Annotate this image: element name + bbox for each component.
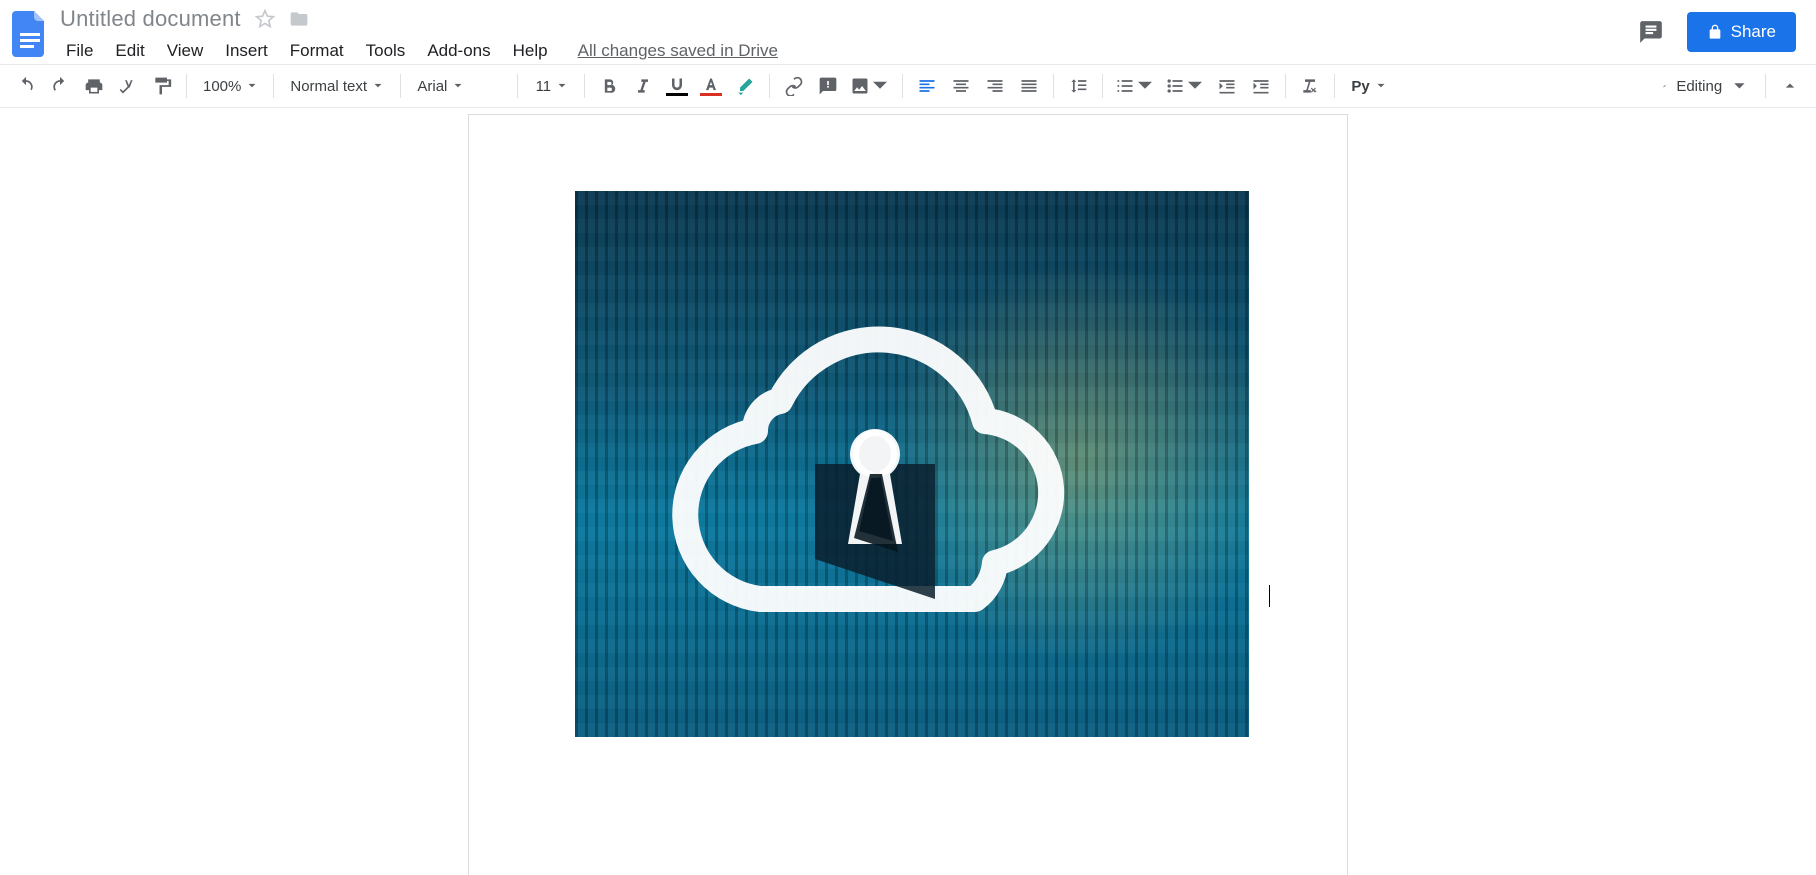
zoom-select[interactable]: 100%	[195, 70, 265, 102]
insert-link-button[interactable]	[778, 70, 810, 102]
menu-bar: File Edit View Insert Format Tools Add-o…	[56, 36, 1631, 66]
redo-button[interactable]	[44, 70, 76, 102]
header: Untitled document File Edit View Insert …	[0, 0, 1816, 64]
title-block: Untitled document File Edit View Insert …	[52, 6, 1631, 66]
align-right-button[interactable]	[979, 70, 1011, 102]
toolbar-separator	[186, 74, 187, 98]
print-button[interactable]	[78, 70, 110, 102]
toolbar-separator	[1334, 74, 1335, 98]
paragraph-style-select[interactable]: Normal text	[282, 70, 392, 102]
undo-button[interactable]	[10, 70, 42, 102]
align-justify-button[interactable]	[1013, 70, 1045, 102]
editing-mode-label: Editing	[1676, 78, 1722, 95]
paint-format-button[interactable]	[146, 70, 178, 102]
menu-addons[interactable]: Add-ons	[417, 37, 500, 65]
menu-file[interactable]: File	[56, 37, 103, 65]
share-button[interactable]: Share	[1687, 12, 1796, 52]
addon-label: Py	[1351, 78, 1369, 95]
toolbar-separator	[902, 74, 903, 98]
bold-button[interactable]	[593, 70, 625, 102]
font-family-value: Arial	[417, 78, 447, 95]
toolbar-separator	[769, 74, 770, 98]
zoom-value: 100%	[203, 78, 241, 95]
star-icon[interactable]	[255, 9, 275, 29]
bulleted-list-button[interactable]	[1161, 70, 1209, 102]
font-size-select[interactable]: 11	[526, 70, 576, 102]
pencil-icon	[1663, 77, 1666, 95]
caret-down-icon	[249, 83, 256, 90]
font-size-value: 11	[536, 78, 552, 95]
align-left-button[interactable]	[911, 70, 943, 102]
docs-logo[interactable]	[8, 6, 52, 62]
comments-button[interactable]	[1631, 12, 1671, 52]
caret-down-icon	[559, 83, 566, 90]
inserted-image[interactable]	[575, 191, 1249, 737]
underline-button[interactable]	[661, 70, 693, 102]
toolbar-separator	[584, 74, 585, 98]
document-title[interactable]: Untitled document	[56, 6, 241, 32]
align-center-button[interactable]	[945, 70, 977, 102]
caret-down-icon	[1734, 81, 1744, 91]
menu-help[interactable]: Help	[503, 37, 558, 65]
toolbar-separator	[400, 74, 401, 98]
menu-insert[interactable]: Insert	[215, 37, 278, 65]
lock-icon	[1707, 24, 1723, 40]
caret-down-icon	[873, 79, 887, 93]
menu-format[interactable]: Format	[280, 37, 354, 65]
toolbar-separator	[1102, 74, 1103, 98]
document-page[interactable]	[468, 114, 1348, 875]
numbered-list-button[interactable]	[1111, 70, 1159, 102]
italic-button[interactable]	[627, 70, 659, 102]
menu-tools[interactable]: Tools	[356, 37, 416, 65]
share-button-label: Share	[1731, 22, 1776, 42]
caret-down-icon	[375, 83, 382, 90]
caret-down-icon	[1377, 83, 1384, 90]
toolbar: 100% Normal text Arial 11 Py Ed	[0, 64, 1816, 108]
insert-image-button[interactable]	[846, 70, 894, 102]
document-canvas[interactable]	[0, 108, 1816, 875]
collapse-toolbar-button[interactable]	[1774, 70, 1806, 102]
toolbar-separator	[273, 74, 274, 98]
toolbar-separator	[517, 74, 518, 98]
clear-formatting-button[interactable]	[1294, 70, 1326, 102]
editing-mode-select[interactable]: Editing	[1653, 70, 1757, 102]
text-color-button[interactable]	[695, 70, 727, 102]
toolbar-separator	[1053, 74, 1054, 98]
folder-icon[interactable]	[289, 9, 309, 29]
spellcheck-button[interactable]	[112, 70, 144, 102]
insert-comment-button[interactable]	[812, 70, 844, 102]
caret-down-icon	[1138, 79, 1152, 93]
font-family-select[interactable]: Arial	[409, 70, 509, 102]
caret-down-icon	[455, 83, 462, 90]
menu-edit[interactable]: Edit	[105, 37, 154, 65]
highlight-color-button[interactable]	[729, 70, 761, 102]
decrease-indent-button[interactable]	[1211, 70, 1243, 102]
text-caret	[1269, 585, 1270, 607]
cloud-lock-icon	[665, 299, 1065, 639]
caret-down-icon	[1188, 79, 1202, 93]
paragraph-style-value: Normal text	[290, 78, 367, 95]
toolbar-separator	[1765, 74, 1766, 98]
menu-view[interactable]: View	[157, 37, 214, 65]
line-spacing-button[interactable]	[1062, 70, 1094, 102]
toolbar-separator	[1285, 74, 1286, 98]
addon-button[interactable]: Py	[1343, 70, 1393, 102]
drive-save-status[interactable]: All changes saved in Drive	[572, 37, 784, 65]
increase-indent-button[interactable]	[1245, 70, 1277, 102]
